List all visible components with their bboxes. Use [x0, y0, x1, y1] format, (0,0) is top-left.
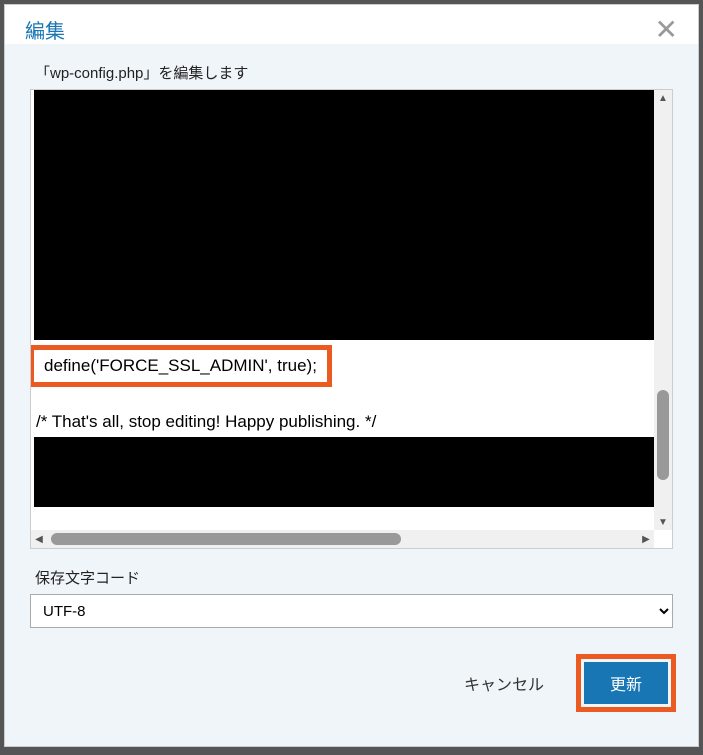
code-editor[interactable]: define('FORCE_SSL_ADMIN', true); /* That…: [30, 89, 673, 549]
cancel-button[interactable]: キャンセル: [450, 661, 558, 705]
encoding-select[interactable]: UTF-8: [30, 594, 673, 628]
scroll-right-icon[interactable]: ▶: [638, 530, 654, 548]
redacted-block-top: [34, 90, 654, 340]
editor-content[interactable]: define('FORCE_SSL_ADMIN', true); /* That…: [31, 90, 654, 530]
scroll-up-icon[interactable]: ▲: [654, 90, 672, 106]
edit-file-label: 「wp-config.php」を編集します: [30, 62, 673, 83]
scroll-down-icon[interactable]: ▼: [654, 514, 672, 530]
encoding-label: 保存文字コード: [30, 567, 673, 588]
dialog-title: 編集: [25, 15, 65, 44]
dialog-footer: キャンセル 更新: [5, 638, 698, 730]
code-comment-line: /* That's all, stop editing! Happy publi…: [36, 412, 376, 432]
update-button-highlight: 更新: [576, 654, 676, 712]
horizontal-scroll-thumb[interactable]: [51, 533, 401, 545]
highlighted-code-box: define('FORCE_SSL_ADMIN', true);: [31, 345, 332, 387]
vertical-scrollbar[interactable]: ▲ ▼: [654, 90, 672, 530]
code-define-line: define('FORCE_SSL_ADMIN', true);: [44, 356, 317, 375]
edit-dialog: 編集 ✕ 「wp-config.php」を編集します define('FORCE…: [4, 4, 699, 747]
dialog-body: 「wp-config.php」を編集します define('FORCE_SSL_…: [5, 44, 698, 746]
redacted-block-bottom: [34, 437, 654, 507]
horizontal-scrollbar[interactable]: ◀ ▶: [31, 530, 654, 548]
close-icon[interactable]: ✕: [655, 16, 678, 44]
update-button[interactable]: 更新: [584, 662, 668, 704]
scroll-left-icon[interactable]: ◀: [31, 530, 47, 548]
dialog-header: 編集 ✕: [5, 5, 698, 44]
vertical-scroll-thumb[interactable]: [657, 390, 669, 480]
